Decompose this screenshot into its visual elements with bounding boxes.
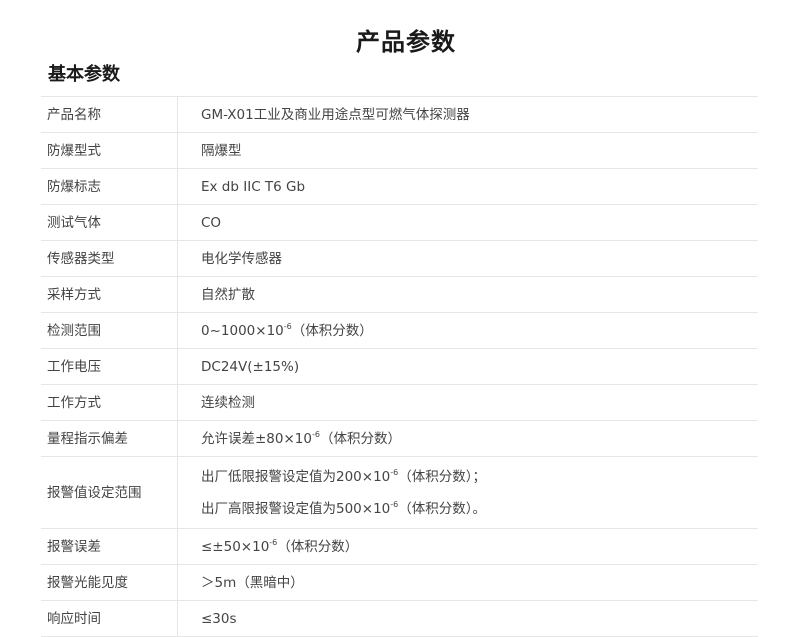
value-text: 0~1000×10 [201, 322, 284, 339]
param-value: GM-X01工业及商业用途点型可燃气体探测器 [177, 96, 758, 133]
param-label: 防爆型式 [41, 132, 178, 169]
param-value: 0~1000×10-6（体积分数） [177, 312, 758, 349]
param-value: 允许误差±80×10-6（体积分数） [177, 420, 758, 457]
value-text: （体积分数） [319, 430, 401, 447]
value-text: （体积分数）； [398, 468, 486, 485]
param-value: 连续检测 [177, 384, 758, 421]
table-row: 报警误差 ≤±50×10-6（体积分数） [41, 528, 758, 565]
param-label: 测试气体 [41, 204, 178, 241]
value-text: （体积分数） [277, 538, 359, 555]
param-value: 自然扩散 [177, 276, 758, 313]
param-label: 防爆标志 [41, 168, 178, 205]
value-line: 出厂低限报警设定值为200×10-6（体积分数）； [201, 467, 758, 487]
table-row: 工作电压 DC24V(±15%) [41, 348, 758, 385]
param-label: 产品名称 [41, 96, 178, 133]
value-text: 出厂高限报警设定值为500×10 [201, 500, 391, 517]
param-value: ＞5m（黑暗中） [177, 564, 758, 601]
param-label: 响应时间 [41, 600, 178, 637]
param-value: ≤±50×10-6（体积分数） [177, 528, 758, 565]
table-row: 测试气体 CO [41, 204, 758, 241]
value-line: 出厂高限报警设定值为500×10-6（体积分数）。 [201, 499, 758, 519]
value-text: 允许误差±80×10 [201, 430, 312, 447]
param-value: DC24V(±15%) [177, 348, 758, 385]
table-row: 防爆型式 隔爆型 [41, 132, 758, 169]
value-text: （体积分数）。 [398, 500, 486, 517]
param-value: 隔爆型 [177, 132, 758, 169]
table-row: 报警光能见度 ＞5m（黑暗中） [41, 564, 758, 601]
page-title: 产品参数 [356, 28, 456, 56]
table-row: 响应时间 ≤30s [41, 600, 758, 637]
table-row: 报警值设定范围 出厂低限报警设定值为200×10-6（体积分数）； 出厂高限报警… [41, 456, 758, 529]
exponent: -6 [283, 321, 292, 331]
params-table: 产品名称 GM-X01工业及商业用途点型可燃气体探测器 防爆型式 隔爆型 防爆标… [41, 96, 758, 637]
param-label: 采样方式 [41, 276, 178, 313]
value-text: 出厂低限报警设定值为200×10 [201, 468, 391, 485]
param-label: 传感器类型 [41, 240, 178, 277]
param-label: 工作电压 [41, 348, 178, 385]
exponent: -6 [311, 429, 320, 439]
table-row: 量程指示偏差 允许误差±80×10-6（体积分数） [41, 420, 758, 457]
param-value: ≤30s [177, 600, 758, 637]
param-label: 报警误差 [41, 528, 178, 565]
param-label: 报警值设定范围 [41, 456, 178, 529]
param-value: Ex db IIC T6 Gb [177, 168, 758, 205]
section-title: 基本参数 [48, 64, 120, 85]
table-row: 产品名称 GM-X01工业及商业用途点型可燃气体探测器 [41, 96, 758, 133]
param-label: 报警光能见度 [41, 564, 178, 601]
table-row: 防爆标志 Ex db IIC T6 Gb [41, 168, 758, 205]
param-value: CO [177, 204, 758, 241]
value-text: （体积分数） [291, 322, 373, 339]
param-label: 量程指示偏差 [41, 420, 178, 457]
table-row: 传感器类型 电化学传感器 [41, 240, 758, 277]
param-value: 电化学传感器 [177, 240, 758, 277]
param-value: 出厂低限报警设定值为200×10-6（体积分数）； 出厂高限报警设定值为500×… [177, 456, 758, 529]
param-label: 检测范围 [41, 312, 178, 349]
table-row: 采样方式 自然扩散 [41, 276, 758, 313]
value-text: ≤±50×10 [201, 538, 270, 555]
param-label: 工作方式 [41, 384, 178, 421]
table-row: 工作方式 连续检测 [41, 384, 758, 421]
table-row: 检测范围 0~1000×10-6（体积分数） [41, 312, 758, 349]
